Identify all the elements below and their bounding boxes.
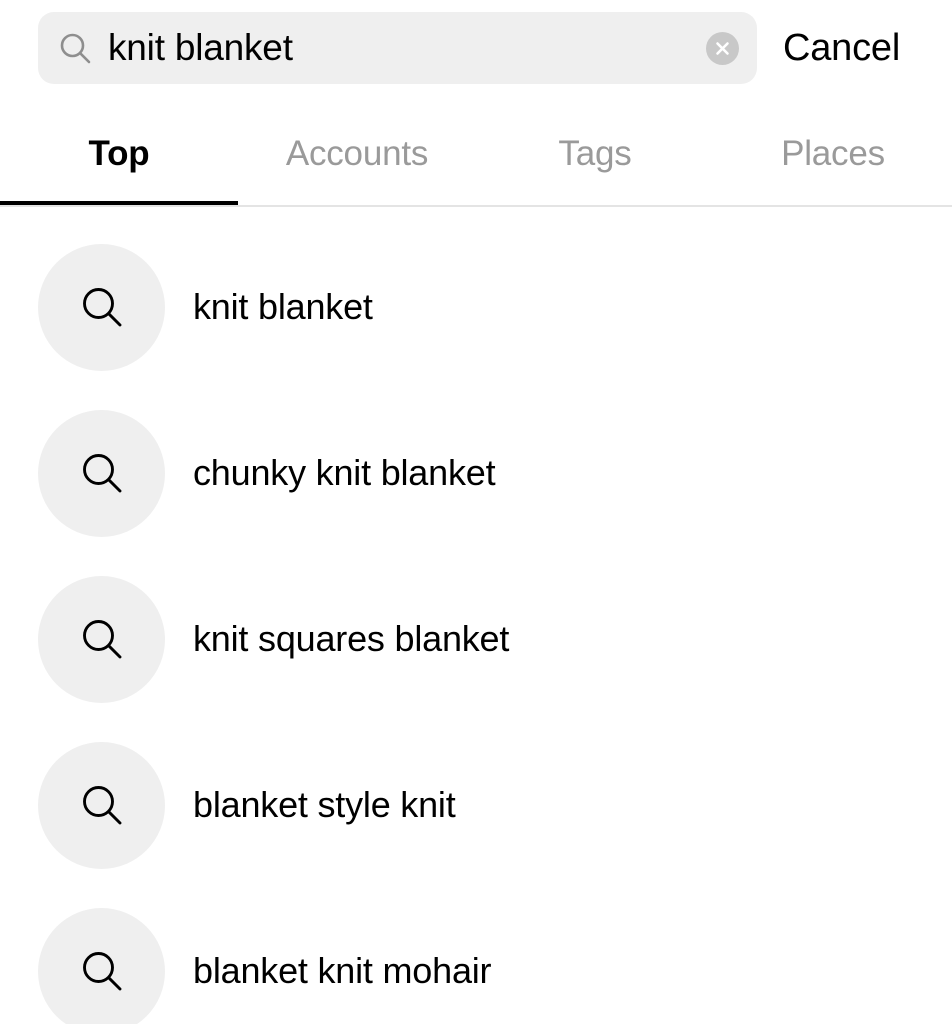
- tab-accounts[interactable]: Accounts: [238, 112, 476, 206]
- list-item-label: knit blanket: [193, 286, 373, 328]
- search-icon: [79, 450, 125, 496]
- avatar: [38, 741, 165, 869]
- tabbar-divider: [0, 205, 952, 207]
- avatar: [38, 907, 165, 1024]
- search-screen: Cancel Top Accounts Tags Places knit bla…: [0, 0, 952, 1024]
- list-item[interactable]: blanket style knit: [0, 722, 952, 888]
- close-icon: [714, 40, 731, 57]
- list-item[interactable]: knit blanket: [0, 224, 952, 390]
- search-icon: [58, 31, 92, 65]
- list-item-label: blanket knit mohair: [193, 950, 492, 992]
- clear-search-button[interactable]: [706, 31, 739, 65]
- search-input[interactable]: [108, 24, 696, 72]
- tab-places[interactable]: Places: [714, 112, 952, 206]
- list-item[interactable]: blanket knit mohair: [0, 888, 952, 1024]
- search-icon: [79, 782, 125, 828]
- tab-tags[interactable]: Tags: [476, 112, 714, 206]
- search-icon: [79, 616, 125, 662]
- search-results-list: knit blanket chunky knit blanket knit sq…: [0, 224, 952, 1024]
- list-item-label: chunky knit blanket: [193, 452, 496, 494]
- cancel-button[interactable]: Cancel: [783, 12, 900, 84]
- list-item[interactable]: knit squares blanket: [0, 556, 952, 722]
- avatar: [38, 409, 165, 537]
- avatar: [38, 243, 165, 371]
- search-tabs: Top Accounts Tags Places: [0, 112, 952, 208]
- list-item-label: knit squares blanket: [193, 618, 510, 660]
- tab-top[interactable]: Top: [0, 112, 238, 206]
- search-icon: [79, 284, 125, 330]
- list-item[interactable]: chunky knit blanket: [0, 390, 952, 556]
- avatar: [38, 575, 165, 703]
- search-icon: [79, 948, 125, 994]
- search-field[interactable]: [38, 12, 757, 84]
- search-bar: Cancel: [0, 0, 952, 100]
- list-item-label: blanket style knit: [193, 784, 456, 826]
